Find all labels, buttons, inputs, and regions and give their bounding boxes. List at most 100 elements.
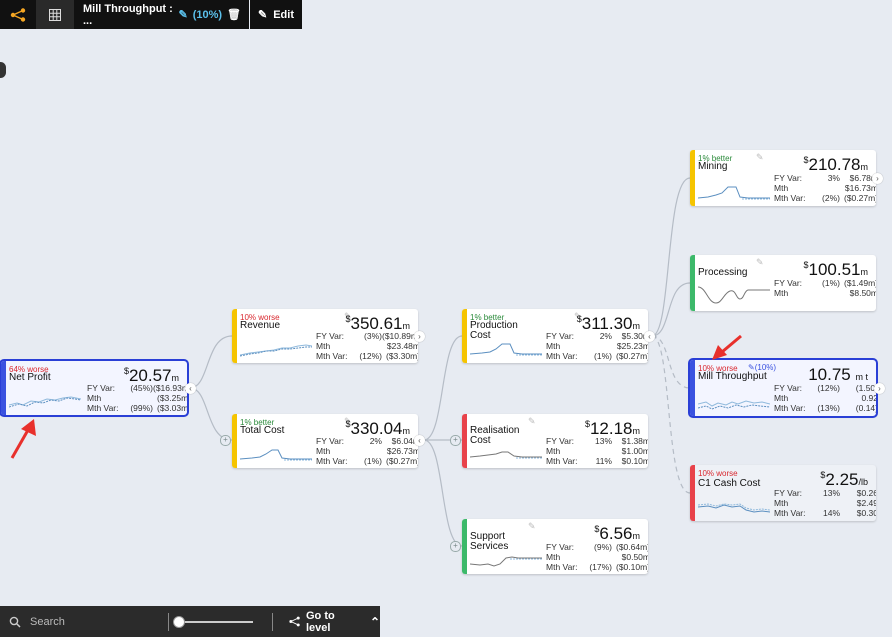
node-status: 10% worse (698, 469, 738, 478)
variance-row-mth-var: Mth Var: (1%) ($0.27m) (546, 351, 648, 361)
row-pct: 13% (594, 436, 612, 446)
row-pct: (9%) (594, 542, 612, 552)
node-color-bar (462, 309, 467, 363)
zoom-slider-track (172, 615, 253, 628)
override-pct: (10%) (754, 363, 777, 372)
chevron-up-icon: ⌃ (369, 614, 381, 629)
row-amount: $5.30m (621, 331, 648, 341)
value-number: 210.78 (808, 155, 861, 174)
go-to-level-button[interactable]: Go to level ⌃ (273, 610, 380, 634)
row-label: Mth Var: (774, 508, 806, 518)
node-color-bar (232, 414, 237, 468)
row-label: FY Var: (774, 488, 803, 498)
node-total-cost[interactable]: 1% better Total Cost ✎ $330.04m FY Var: 2… (232, 414, 418, 468)
row-pct: (12%) (817, 383, 840, 393)
collapse-chevron[interactable]: ‹ (185, 383, 196, 394)
node-support-services[interactable]: Support Services ✎ $6.56m FY Var: (9%) ($0… (462, 519, 648, 574)
expand-plus-icon[interactable]: + (450, 435, 461, 446)
row-label: Mth Var: (316, 351, 348, 361)
expand-plus-icon[interactable]: + (220, 435, 231, 446)
node-revenue[interactable]: 10% worse Revenue ✎ $350.61m FY Var: (3%)… (232, 309, 418, 363)
variance-row-mth: Mth 0.92 (774, 393, 876, 403)
row-amount: $0.26 (856, 488, 876, 498)
expand-chevron[interactable]: › (414, 331, 425, 342)
row-amount: ($3.30m) (385, 351, 418, 361)
variance-row-mth-var: Mth Var: 14% $0.30 (774, 508, 876, 518)
variance-row-mth-var: Mth Var: 11% $0.10m (546, 456, 648, 466)
variance-row-fy: FY Var: 13% $0.26 (774, 488, 876, 498)
node-variance-rows: FY Var: 2% $6.04m Mth $26.73m Mth Var: (1%)(… (316, 436, 418, 466)
expand-chevron[interactable]: › (874, 383, 885, 394)
row-label: Mth Var: (87, 403, 119, 413)
node-value: $2.25/lb (820, 470, 868, 490)
sparkline (698, 503, 770, 513)
search-input[interactable]: Search (0, 616, 168, 628)
node-variance-rows: FY Var: 13% $0.26 Mth $2.49 Mth Var: 14% $0.3… (774, 488, 876, 518)
node-variance-rows: FY Var: (1%) ($1.49m) Mth $8.50m (774, 278, 876, 298)
node-c1-cash-cost[interactable]: 10% worse C1 Cash Cost $2.25/lb FY Var: 1… (690, 465, 876, 521)
sparkline (698, 400, 770, 410)
row-label: Mth Var: (546, 456, 578, 466)
row-amount: $26.73m (386, 446, 418, 456)
value-number: 10.75 (808, 365, 851, 384)
row-pct (808, 183, 840, 193)
row-amount: ($0.27m) (843, 193, 876, 203)
node-mill-throughput[interactable]: 10% worse Mill Throughput ✎(10%) 10.75 m… (688, 358, 878, 418)
collapse-chevron[interactable]: ‹ (414, 435, 425, 446)
node-override[interactable]: ✎(10%) (748, 363, 776, 372)
row-pct: (1%) (594, 351, 612, 361)
row-amount: ($0.27m) (615, 351, 648, 361)
variance-row-fy: FY Var: (45%)($16.93m) (87, 383, 187, 393)
node-value: $100.51m (803, 260, 868, 280)
pencil-icon[interactable]: ✎ (528, 416, 536, 427)
hierarchy-icon (289, 616, 300, 627)
row-amount: (1.50) (855, 383, 876, 393)
search-icon (9, 616, 21, 628)
variance-row-fy: FY Var: (9%) ($0.64m) (546, 542, 648, 552)
node-value: $210.78m (803, 155, 868, 175)
node-name: Net Profit (9, 372, 51, 383)
zoom-slider[interactable] (169, 615, 272, 628)
row-label: FY Var: (546, 542, 575, 552)
pencil-icon[interactable]: ✎ (756, 257, 764, 268)
row-pct: (45%) (130, 383, 153, 393)
variance-row-fy: FY Var: (12%) (1.50) (774, 383, 876, 393)
expand-plus-icon[interactable]: + (450, 541, 461, 552)
pencil-icon[interactable]: ✎ (528, 521, 536, 532)
node-processing[interactable]: Processing ✎ $100.51m FY Var: (1%) ($1.49m… (690, 255, 876, 311)
sparkline (698, 286, 770, 304)
variance-row-mth: Mth ($3.25m) (87, 393, 187, 403)
node-variance-rows: FY Var: (9%) ($0.64m) Mth $0.50m Mth Var: (1… (546, 542, 648, 572)
row-label: Mth Var: (774, 193, 806, 203)
value-unit: m (171, 373, 180, 383)
node-mining[interactable]: 1% better Mining ✎ $210.78m FY Var: 3% $6.… (690, 150, 876, 206)
row-pct: 11% (595, 456, 612, 466)
variance-row-mth: Mth $8.50m (774, 288, 876, 298)
sparkline (9, 396, 81, 408)
zoom-slider-knob[interactable] (172, 615, 185, 628)
node-net-profit[interactable]: 64% worse Net Profit $20.57m FY Var: (45%… (0, 359, 189, 417)
node-realisation-cost[interactable]: Realisation Cost ✎ $12.18m FY Var: 13% $1.… (462, 414, 648, 468)
node-value: $6.56m (594, 524, 640, 544)
row-amount: $8.50m (849, 288, 876, 298)
row-pct (808, 288, 840, 298)
node-color-bar (690, 465, 695, 521)
node-variance-rows: FY Var: 2% $5.30m Mth $25.23m Mth Var: (1%)(… (546, 331, 648, 361)
row-label: Mth (774, 393, 789, 403)
value-unit: m (632, 531, 641, 541)
row-label: FY Var: (316, 331, 345, 341)
row-amount: $0.30 (856, 508, 876, 518)
row-amount: $6.04m (391, 436, 418, 446)
value-unit: m (860, 162, 869, 172)
collapse-chevron[interactable]: ‹ (644, 331, 655, 342)
node-color-bar (232, 309, 237, 363)
value-unit: /lb (858, 477, 868, 487)
sparkline (470, 451, 542, 459)
row-pct (350, 341, 382, 351)
row-label: Mth (774, 183, 789, 193)
row-pct (580, 446, 612, 456)
variance-row-mth: Mth $1.00m (546, 446, 648, 456)
pencil-icon[interactable]: ✎ (756, 152, 764, 163)
expand-chevron[interactable]: › (872, 173, 883, 184)
node-production-cost[interactable]: 1% better Production Cost ✎ $311.30m FY … (462, 309, 648, 363)
